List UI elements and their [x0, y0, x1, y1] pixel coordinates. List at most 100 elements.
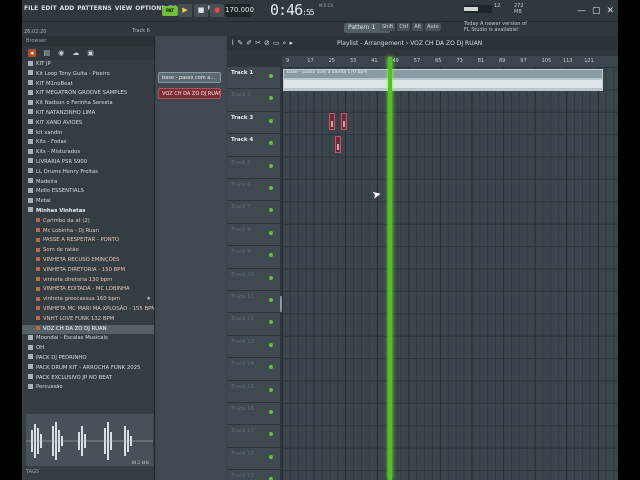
track-mute-led-icon[interactable] — [269, 320, 273, 325]
browser-folder-item[interactable]: Kits - Misturados — [22, 148, 154, 158]
track-mute-led-icon[interactable] — [269, 342, 273, 347]
track-mute-led-icon[interactable] — [269, 432, 273, 437]
track-mute-led-icon[interactable] — [269, 118, 273, 123]
browser-sample-item[interactable]: VOZ CH DA ZO DJ RUAN — [22, 324, 154, 335]
modifier-auto-button[interactable]: Auto — [425, 23, 441, 31]
menu-edit[interactable]: EDIT — [41, 5, 56, 12]
track-header[interactable]: Track 5 — [227, 157, 280, 179]
delete-icon[interactable]: ✂ — [255, 39, 261, 48]
browser-sample-item[interactable]: Carimbo da at (2) — [22, 217, 154, 227]
browser-folder-item[interactable]: KIT NATANZINHO LIMA — [22, 109, 154, 119]
track-header[interactable]: Track 8 — [227, 224, 280, 247]
browser-folder-item[interactable]: KIT JP — [22, 60, 154, 70]
track-mute-led-icon[interactable] — [269, 230, 273, 235]
browser-sample-item[interactable]: VINHETA MC MARI MA.XPLOSÃO - 155 BPM — [22, 305, 154, 315]
track-header[interactable]: Track 10 — [227, 269, 280, 291]
browser-folder-item[interactable]: Mello ESSENTIALS — [22, 187, 154, 197]
browser-sample-item[interactable]: PASSE A RESPEITAR - PONTO — [22, 236, 154, 246]
play-button[interactable]: ▶ — [178, 4, 192, 17]
picker-clip-base[interactable]: base - passo com a... — [158, 72, 221, 83]
track-header[interactable]: Track 6 — [227, 179, 280, 202]
back-arrow-icon[interactable]: ◂ — [28, 49, 36, 57]
playhead[interactable] — [388, 57, 392, 480]
browser-sample-item[interactable]: vinheta diretoria 130 bpm — [22, 276, 154, 286]
browser-sample-item[interactable]: VNHT LOVE FUNK 132 BPM — [22, 315, 154, 325]
browser-folder-item[interactable]: Metal — [22, 197, 154, 207]
browser-folder-item[interactable]: KIT XAND AVIOES — [22, 119, 154, 129]
mute-icon[interactable]: ⊘ — [264, 39, 270, 48]
playback-icon[interactable]: ▸ — [289, 39, 293, 48]
plugin-icon[interactable]: ▤ — [44, 49, 51, 57]
track-mute-led-icon[interactable] — [269, 186, 273, 190]
track-header[interactable]: Track 11 — [227, 291, 280, 314]
browser-folder-item[interactable]: Kit Loop Tony Guita - Piseiro — [22, 70, 154, 80]
browser-folder-item[interactable]: PACK DJ PEDRINHO — [22, 354, 154, 364]
menu-patterns[interactable]: PATTERNS — [77, 5, 111, 12]
maximize-icon[interactable]: ▢ — [592, 6, 601, 16]
tags-label[interactable]: TAGS — [26, 469, 39, 475]
browser-folder-item[interactable]: Madeira — [22, 178, 154, 188]
audio-clip-base[interactable]: base - passo com a banda 170 bpm — [283, 69, 603, 91]
track-mute-led-icon[interactable] — [269, 275, 273, 280]
browser-sample-item[interactable]: vinheta greecassua 160 bpm ★ — [22, 295, 154, 305]
close-icon[interactable]: ✕ — [606, 6, 614, 16]
track-mute-led-icon[interactable] — [269, 74, 273, 78]
track-header[interactable]: Track 12 — [227, 313, 280, 336]
track-header[interactable]: Track 2 — [227, 89, 280, 112]
time-display[interactable]: 0:46:55 — [270, 1, 315, 19]
browser-sample-item[interactable]: VINHETA RECUSO EMINÇÕES — [22, 256, 154, 266]
voz-clip-1[interactable] — [329, 113, 335, 130]
track-header[interactable]: Track 9 — [227, 246, 280, 269]
cloud-icon[interactable]: ☁ — [72, 49, 79, 57]
track-header[interactable]: Track 17 — [227, 425, 280, 448]
track-mute-led-icon[interactable] — [269, 410, 273, 414]
paint-icon[interactable]: ✐ — [246, 39, 252, 48]
menu-view[interactable]: VIEW — [115, 5, 133, 12]
track-header[interactable]: Track 1 — [227, 67, 280, 90]
browser-folder-item[interactable]: Minhas Vinhetas — [22, 207, 154, 217]
browser-folder-item[interactable]: KIT MEGATRON GROOVE SAMPLES — [22, 89, 154, 99]
track-header[interactable]: Track 14 — [227, 358, 280, 381]
browser-folder-item[interactable]: Kit Nadson o Ferinha Seresta — [22, 99, 154, 109]
picker-clip-voz[interactable]: VOZ CH DA ZO DJ RUAN — [158, 88, 221, 99]
timeline-ruler[interactable]: 9 17 25 33 41 49 57 65 73 81 89 97 105 113 121 — [282, 56, 618, 67]
track-mute-led-icon[interactable] — [269, 163, 273, 168]
database-icon[interactable]: ◉ — [58, 49, 64, 57]
track-header[interactable]: Track 13 — [227, 336, 280, 359]
track-mute-led-icon[interactable] — [269, 253, 273, 258]
modifier-alt-button[interactable]: Alt — [412, 23, 424, 31]
browser-folder-item[interactable]: PACK EXCLUSIVO JP NO BEAT — [22, 374, 154, 384]
modifier-shift-button[interactable]: Shift — [380, 23, 396, 31]
browser-sample-item[interactable]: VINHETA EDITADA - MC LOBINHA — [22, 285, 154, 295]
voz-clip-2[interactable] — [341, 113, 347, 130]
track-mute-led-icon[interactable] — [269, 365, 273, 370]
track-header[interactable]: Track 15 — [227, 381, 280, 403]
browser-folder-item[interactable]: Percussão — [22, 383, 154, 393]
lock-icon[interactable]: ▣ — [87, 49, 94, 57]
browser-folder-item[interactable]: KIT M1noBeat — [22, 80, 154, 90]
track-header[interactable]: Track 7 — [227, 201, 280, 224]
sample-preview-waveform[interactable]: 44.1 kHz — [26, 414, 153, 466]
browser-folder-item[interactable]: Moondai - Escalas Musicais — [22, 334, 154, 344]
track-mute-led-icon[interactable] — [269, 454, 273, 459]
menu-add[interactable]: ADD — [60, 5, 75, 12]
track-header[interactable]: Track 18 — [227, 448, 280, 471]
browser-folder-item[interactable]: kit xandin — [22, 129, 154, 139]
track-header[interactable]: Track 4 — [227, 134, 280, 157]
draw-icon[interactable]: ✎ — [237, 39, 243, 48]
track-mute-led-icon[interactable] — [269, 141, 273, 146]
track-header[interactable]: Track 16 — [227, 403, 280, 426]
minimize-icon[interactable]: — — [577, 6, 586, 16]
browser-sample-item[interactable]: VINHETA DIRETORIA - 150 BPM — [22, 266, 154, 276]
track-mute-led-icon[interactable] — [269, 387, 273, 392]
browser-sample-item[interactable]: Som de ratão — [22, 246, 154, 256]
record-button[interactable]: ● — [210, 4, 224, 17]
track-mute-led-icon[interactable] — [269, 298, 273, 302]
stop-button[interactable]: ■ — [194, 4, 208, 17]
favorite-star-icon[interactable]: ★ — [146, 295, 151, 305]
modifier-ctrl-button[interactable]: Ctrl — [397, 23, 411, 31]
track-mute-led-icon[interactable] — [269, 208, 273, 213]
browser-sample-item[interactable]: Mc Lobinha - Dj Ruan — [22, 227, 154, 237]
update-hint[interactable]: Today A newer version of FL Studio is av… — [464, 21, 528, 33]
browser-folder-item[interactable]: OH — [22, 344, 154, 354]
